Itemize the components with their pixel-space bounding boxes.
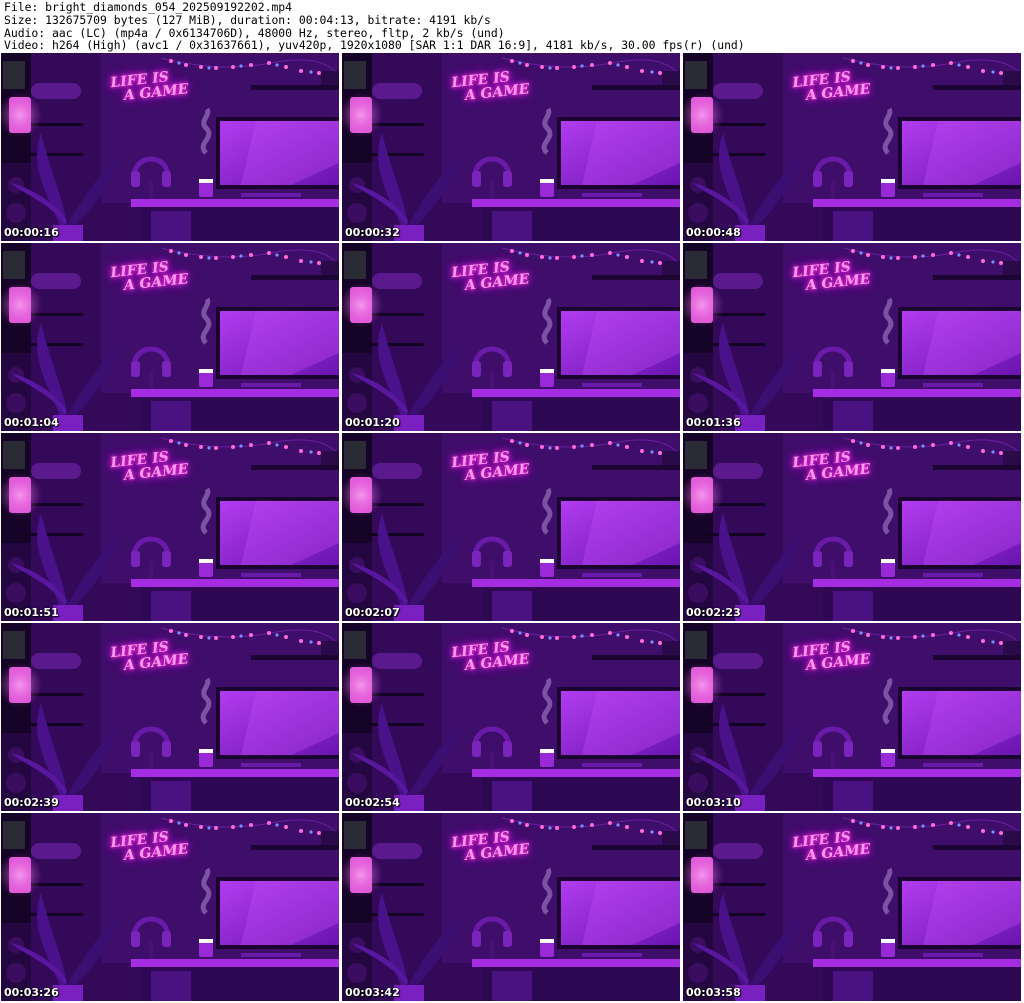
video-thumbnail[interactable]: LIFE IS A GAME 00:01:04: [1, 243, 339, 431]
thumbnail-timestamp: 00:03:42: [345, 986, 400, 999]
video-thumbnail[interactable]: LIFE IS A GAME 00:03:58: [683, 813, 1021, 1001]
video-thumbnail[interactable]: LIFE IS A GAME 00:02:07: [342, 433, 680, 621]
video-thumbnail[interactable]: LIFE IS A GAME 00:03:26: [1, 813, 339, 1001]
video-thumbnail[interactable]: LIFE IS A GAME 00:01:20: [342, 243, 680, 431]
video-thumbnail[interactable]: LIFE IS A GAME 00:03:10: [683, 623, 1021, 811]
video-thumbnail[interactable]: LIFE IS A GAME 00:02:39: [1, 623, 339, 811]
thumbnail-timestamp: 00:00:16: [4, 226, 59, 239]
video-thumbnail[interactable]: LIFE IS A GAME 00:02:23: [683, 433, 1021, 621]
video-thumbnail[interactable]: LIFE IS A GAME 00:00:32: [342, 53, 680, 241]
thumbnail-timestamp: 00:00:32: [345, 226, 400, 239]
file-name-line: File: bright_diamonds_054_202509192202.m…: [4, 0, 293, 14]
thumbnail-timestamp: 00:02:23: [686, 606, 741, 619]
video-thumbnail[interactable]: LIFE IS A GAME 00:03:42: [342, 813, 680, 1001]
video-thumbnail[interactable]: LIFE IS A GAME 00:00:16: [1, 53, 339, 241]
video-thumbnail[interactable]: LIFE IS A GAME 00:01:36: [683, 243, 1021, 431]
thumbnail-timestamp: 00:00:48: [686, 226, 741, 239]
file-size-line: Size: 132675709 bytes (127 MiB), duratio…: [4, 12, 491, 27]
file-info-header: File: bright_diamonds_054_202509192202.m…: [0, 0, 1024, 53]
video-thumbnail[interactable]: LIFE IS A GAME 00:00:48: [683, 53, 1021, 241]
thumbnail-timestamp: 00:03:26: [4, 986, 59, 999]
thumbnail-timestamp: 00:02:54: [345, 796, 400, 809]
video-thumbnail[interactable]: LIFE IS A GAME 00:02:54: [342, 623, 680, 811]
thumbnail-timestamp: 00:01:36: [686, 416, 741, 429]
thumbnail-grid: LIFE IS A GAME 00:00:16 LIFE IS A GAME 0…: [1, 53, 1023, 1003]
thumbnail-timestamp: 00:03:10: [686, 796, 741, 809]
thumbnail-timestamp: 00:01:20: [345, 416, 400, 429]
video-info-line: Video: h264 (High) (avc1 / 0x31637661), …: [4, 38, 745, 53]
thumbnail-timestamp: 00:01:51: [4, 606, 59, 619]
video-thumbnail[interactable]: LIFE IS A GAME 00:01:51: [1, 433, 339, 621]
thumbnail-timestamp: 00:02:07: [345, 606, 400, 619]
thumbnail-timestamp: 00:01:04: [4, 416, 59, 429]
thumbnail-timestamp: 00:02:39: [4, 796, 59, 809]
thumbnail-timestamp: 00:03:58: [686, 986, 741, 999]
